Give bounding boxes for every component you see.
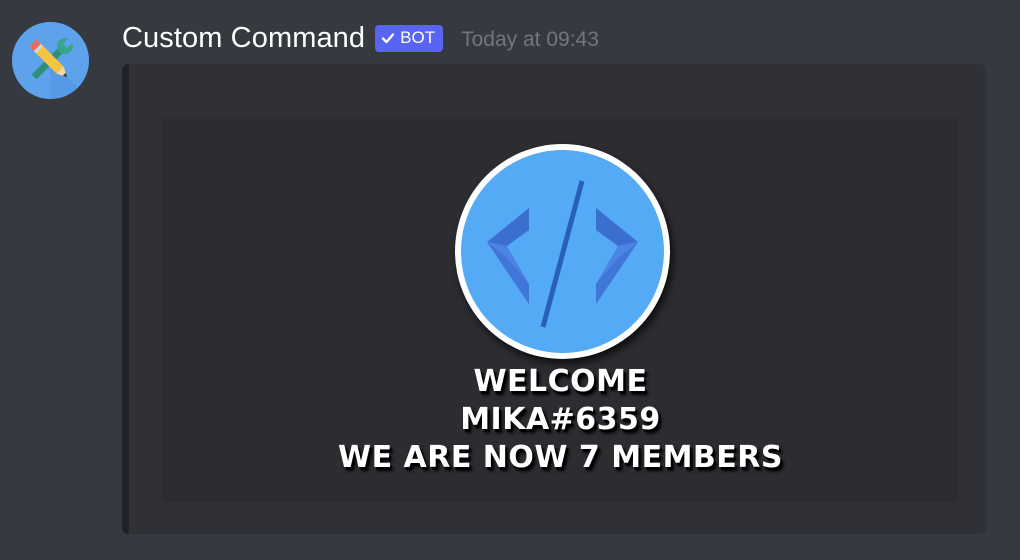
- chat-message: Custom Command BOT Today at 09:43 WELCOM…: [0, 0, 1020, 560]
- welcome-line-member-count: WE ARE NOW 7 MEMBERS: [337, 440, 783, 475]
- author-username[interactable]: Custom Command: [122, 22, 365, 55]
- welcome-line-username: MIKA#6359: [460, 402, 661, 437]
- tools-pencil-wrench-icon: [12, 22, 89, 99]
- welcome-card-image[interactable]: WELCOME MIKA#6359 WE ARE NOW 7 MEMBERS: [162, 117, 959, 502]
- bot-avatar[interactable]: [12, 22, 89, 99]
- message-embed: WELCOME MIKA#6359 WE ARE NOW 7 MEMBERS: [122, 64, 986, 534]
- bot-badge-label: BOT: [400, 28, 436, 47]
- checkmark-icon: [382, 33, 395, 44]
- welcome-line-greeting: WELCOME: [473, 364, 648, 399]
- bot-badge: BOT: [375, 24, 444, 52]
- message-header: Custom Command BOT Today at 09:43: [122, 18, 599, 58]
- code-brackets-icon: [461, 150, 664, 353]
- server-logo: [455, 144, 670, 359]
- message-timestamp[interactable]: Today at 09:43: [461, 24, 599, 52]
